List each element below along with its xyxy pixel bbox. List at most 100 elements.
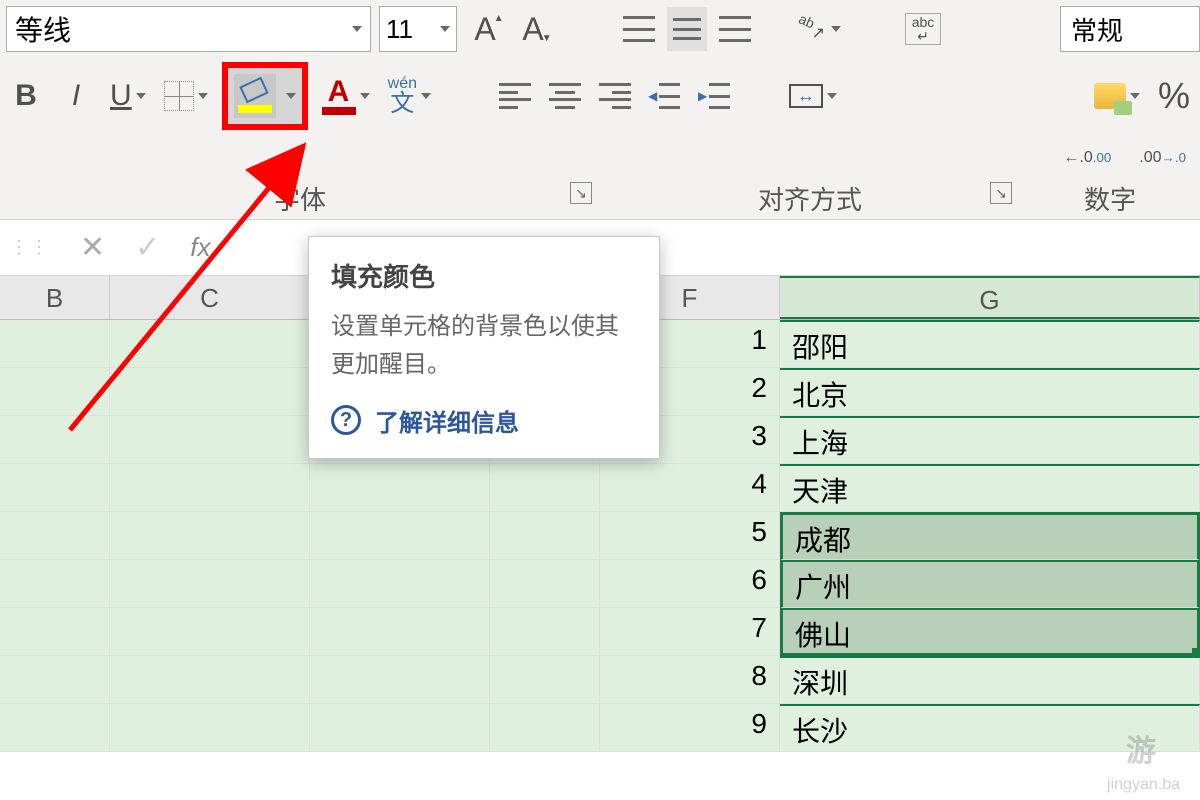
cell[interactable] (310, 464, 490, 512)
cell[interactable] (0, 464, 110, 512)
table-row: 6广州 (0, 560, 1200, 608)
chevron-down-icon (360, 93, 370, 99)
column-header-G[interactable]: G (780, 276, 1200, 319)
align-top-icon (623, 16, 655, 42)
cell[interactable]: 5 (600, 512, 780, 560)
cell[interactable] (0, 512, 110, 560)
cell[interactable] (110, 320, 310, 368)
cell[interactable] (310, 704, 490, 752)
cell[interactable] (110, 608, 310, 656)
align-right-icon (599, 83, 631, 109)
merge-cells-button[interactable] (785, 74, 841, 118)
percent-format-button[interactable]: % (1154, 74, 1194, 118)
chevron-down-icon (827, 93, 837, 99)
cell[interactable]: 上海 (780, 416, 1200, 464)
cell[interactable]: 北京 (780, 368, 1200, 416)
cell[interactable] (110, 416, 310, 464)
wrap-text-button[interactable]: abc↵ (901, 7, 945, 51)
cell[interactable]: 8 (600, 656, 780, 704)
cell[interactable] (490, 704, 600, 752)
cell[interactable] (310, 656, 490, 704)
italic-button[interactable]: I (56, 74, 96, 118)
cell[interactable]: 天津 (780, 464, 1200, 512)
borders-button[interactable] (160, 74, 212, 118)
orientation-button[interactable] (791, 7, 845, 51)
currency-format-button[interactable] (1090, 74, 1144, 118)
currency-icon (1094, 83, 1126, 109)
cell[interactable] (310, 512, 490, 560)
number-group-label: 数字 (1020, 180, 1200, 217)
bold-button[interactable]: B (6, 74, 46, 118)
number-format-select[interactable]: 常规 (1060, 6, 1200, 52)
cell[interactable] (0, 416, 110, 464)
font-name-select[interactable]: 等线 (6, 6, 371, 52)
cell[interactable]: 广州 (780, 560, 1200, 608)
confirm-edit-button[interactable]: ✓ (135, 230, 160, 265)
cancel-edit-button[interactable]: ✕ (80, 230, 105, 265)
underline-button[interactable]: U (106, 74, 150, 118)
learn-more-link[interactable]: ? 了解详细信息 (331, 403, 637, 438)
decrease-indent-button[interactable] (645, 74, 685, 118)
drag-handle-icon[interactable]: ⋮⋮ (10, 237, 50, 258)
cell[interactable] (110, 368, 310, 416)
font-color-icon: A (322, 77, 356, 115)
cell[interactable] (0, 656, 110, 704)
cell[interactable] (110, 704, 310, 752)
chevron-down-icon (421, 93, 431, 99)
fill-color-button[interactable] (234, 74, 276, 118)
increase-decimal-button[interactable]: ←.0.00 (1059, 136, 1115, 180)
increase-indent-button[interactable] (695, 74, 735, 118)
cell[interactable] (490, 464, 600, 512)
cell[interactable]: 4 (600, 464, 780, 512)
insert-function-button[interactable]: fx (190, 232, 210, 263)
column-header-C[interactable]: C (110, 276, 310, 319)
table-row: 9长沙 (0, 704, 1200, 752)
align-left-button[interactable] (495, 74, 535, 118)
alignment-dialog-launcher[interactable]: ↘ (990, 182, 1012, 204)
column-header-B[interactable]: B (0, 276, 110, 319)
help-icon: ? (331, 405, 361, 435)
cell[interactable] (110, 656, 310, 704)
cell[interactable]: 佛山 (780, 608, 1200, 656)
cell[interactable] (110, 512, 310, 560)
font-dialog-launcher[interactable]: ↘ (570, 182, 592, 204)
cell[interactable] (0, 608, 110, 656)
align-middle-button[interactable] (667, 7, 707, 51)
borders-icon (164, 81, 194, 111)
cell[interactable] (490, 656, 600, 704)
cell[interactable]: 邵阳 (780, 320, 1200, 368)
cell[interactable]: 成都 (780, 512, 1200, 560)
cell[interactable]: 9 (600, 704, 780, 752)
shrink-font-button[interactable]: A (513, 7, 553, 51)
cell[interactable] (0, 368, 110, 416)
cell[interactable] (310, 560, 490, 608)
cell[interactable] (110, 560, 310, 608)
cell[interactable]: 6 (600, 560, 780, 608)
align-right-button[interactable] (595, 74, 635, 118)
decrease-indent-icon (650, 83, 680, 109)
font-name-value: 等线 (15, 9, 71, 49)
orientation-icon (795, 13, 827, 45)
phonetic-button[interactable]: wén文 (384, 74, 435, 118)
align-bottom-button[interactable] (715, 7, 755, 51)
align-center-icon (549, 83, 581, 109)
cell[interactable] (0, 560, 110, 608)
font-size-select[interactable]: 11 (379, 6, 457, 52)
align-center-button[interactable] (545, 74, 585, 118)
cell[interactable] (0, 704, 110, 752)
grow-font-button[interactable]: A (465, 7, 505, 51)
align-top-button[interactable] (619, 7, 659, 51)
cell[interactable] (490, 560, 600, 608)
cell[interactable]: 深圳 (780, 656, 1200, 704)
cell[interactable] (490, 608, 600, 656)
paint-bucket-icon (238, 79, 272, 113)
decrease-decimal-button[interactable]: .00→.0 (1135, 136, 1190, 180)
chevron-down-icon[interactable] (286, 93, 296, 99)
table-row: 5成都 (0, 512, 1200, 560)
cell[interactable] (0, 320, 110, 368)
cell[interactable] (490, 512, 600, 560)
cell[interactable]: 7 (600, 608, 780, 656)
cell[interactable] (110, 464, 310, 512)
font-color-button[interactable]: A (318, 74, 374, 118)
cell[interactable] (310, 608, 490, 656)
